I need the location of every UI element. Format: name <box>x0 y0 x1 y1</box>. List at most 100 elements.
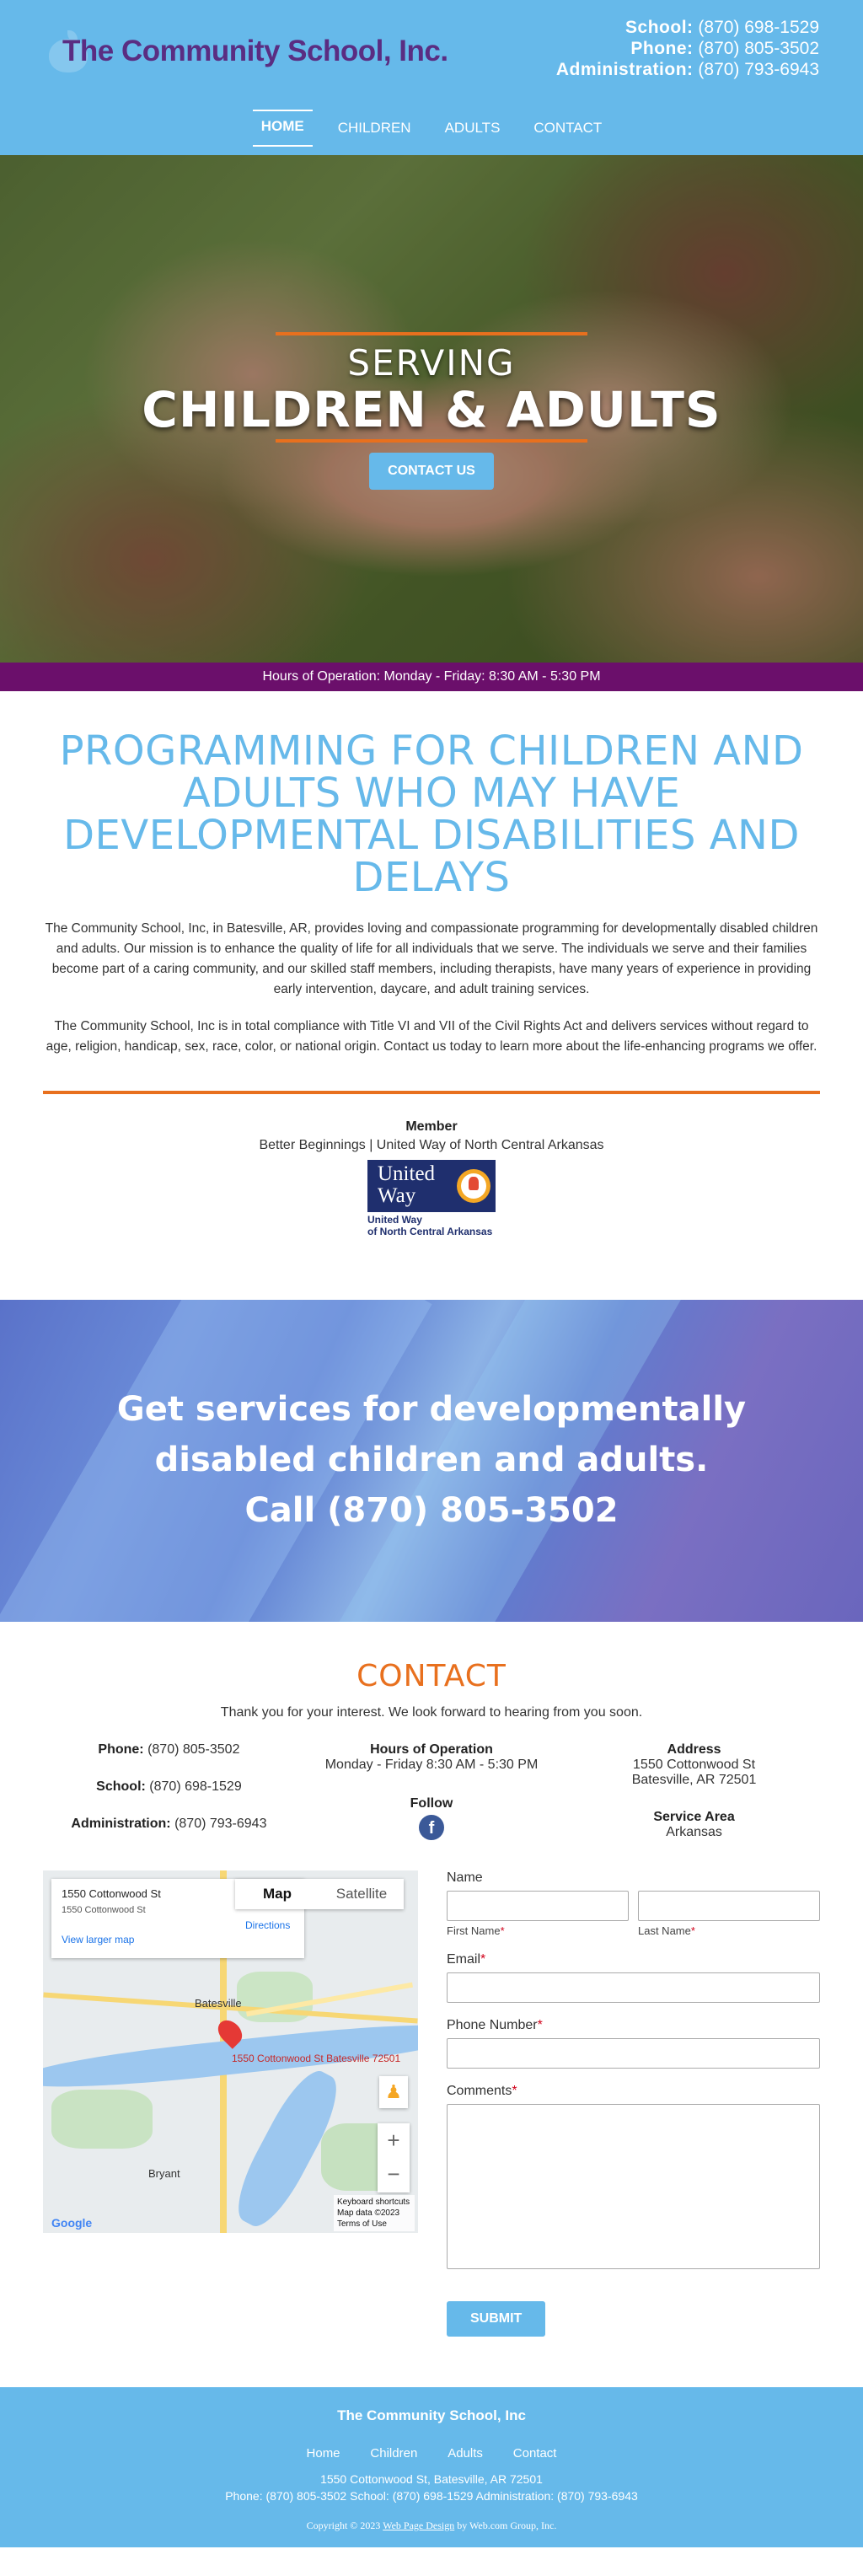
contact-info-grid: Phone: (870) 805-3502 School: (870) 698-… <box>40 1742 823 1854</box>
contact-thanks: Thank you for your interest. We look for… <box>220 1705 643 1720</box>
comments-field[interactable] <box>447 2104 820 2269</box>
member-section: Member Better Beginnings | United Way of… <box>0 1094 863 1241</box>
google-map[interactable]: Batesville Bryant 1550 Cottonwood St Bat… <box>43 1870 418 2233</box>
terms-of-use-link[interactable]: Terms of Use <box>337 2219 411 2230</box>
footer-nav-adults[interactable]: Adults <box>448 2446 483 2461</box>
map-zoom-controls: + − <box>378 2123 410 2192</box>
email-group: Email* <box>447 1952 820 2003</box>
keyboard-shortcuts-link[interactable]: Keyboard shortcuts <box>337 2197 411 2208</box>
address-title: Address <box>667 1742 721 1757</box>
map-directions-link[interactable]: Directions <box>245 1919 290 1931</box>
web-design-link[interactable]: Web Page Design <box>383 2520 454 2531</box>
contact-school[interactable]: School: (870) 698-1529 <box>40 1779 298 1795</box>
comments-label: Comments* <box>447 2084 517 2098</box>
map-pin-label: 1550 Cottonwood St Batesville 72501 <box>232 2053 401 2064</box>
member-text: Better Beginnings | United Way of North … <box>259 1138 604 1152</box>
map-town-batesville: Batesville <box>195 1997 242 2010</box>
hero-content: SERVING CHILDREN & ADULTS CONTACT US <box>0 332 863 490</box>
first-name-input[interactable] <box>447 1891 629 1921</box>
zoom-in-icon[interactable]: + <box>378 2123 410 2157</box>
last-name-label: Last Name* <box>638 1924 695 1937</box>
footer-title: The Community School, Inc <box>337 2407 526 2423</box>
comments-group: Comments* <box>447 2084 820 2269</box>
phone-label: Phone Number* <box>447 2018 543 2032</box>
address-line-1: 1550 Cottonwood St <box>633 1758 756 1772</box>
hero-banner: SERVING CHILDREN & ADULTS CONTACT US <box>0 155 863 663</box>
hero-subtitle: SERVING <box>347 342 516 384</box>
hero-divider-top <box>276 332 587 335</box>
hours-title: Hours of Operation <box>370 1742 493 1757</box>
name-label: Name <box>447 1870 483 1885</box>
follow-title: Follow <box>410 1796 453 1811</box>
last-name-input[interactable] <box>638 1891 820 1921</box>
map-tab-satellite[interactable]: Satellite <box>319 1879 404 1909</box>
map-type-tabs: Map Satellite <box>235 1879 404 1909</box>
map-attribution: Keyboard shortcuts Map data ©2023 Terms … <box>334 2195 415 2231</box>
hours-bar: Hours of Operation: Monday - Friday: 8:3… <box>0 663 863 691</box>
banner-line-3[interactable]: Call (870) 805-3502 <box>0 1485 863 1536</box>
zoom-out-icon[interactable]: − <box>378 2157 410 2191</box>
site-logo[interactable]: The Community School, Inc. <box>49 22 448 81</box>
facebook-icon[interactable]: f <box>418 1815 444 1840</box>
call-to-action-banner: Get services for developmentally disable… <box>0 1300 863 1622</box>
hours-text: Monday - Friday 8:30 AM - 5:30 PM <box>324 1758 539 1772</box>
united-way-seal-icon <box>452 1160 496 1212</box>
site-header: The Community School, Inc. School: (870)… <box>0 0 863 155</box>
email-label: Email* <box>447 1952 486 1967</box>
google-logo: Google <box>51 2216 93 2230</box>
header-admin-phone[interactable]: Administration: (870) 793-6943 <box>556 59 819 80</box>
service-area-text: Arkansas <box>666 1825 722 1839</box>
footer-address: 1550 Cottonwood St, Batesville, AR 72501… <box>0 2471 863 2504</box>
contact-phone[interactable]: Phone: (870) 805-3502 <box>40 1742 298 1758</box>
hero-title: CHILDREN & ADULTS <box>142 381 721 438</box>
contact-us-button[interactable]: CONTACT US <box>369 453 494 490</box>
banner-line-2: disabled children and adults. <box>154 1441 709 1479</box>
contact-section: CONTACT Thank you for your interest. We … <box>0 1622 863 2337</box>
phone-group: Phone Number* <box>447 2018 820 2069</box>
header-school-phone[interactable]: School: (870) 698-1529 <box>556 17 819 38</box>
intro-paragraph-1: The Community School, Inc, in Batesville… <box>45 921 818 996</box>
hero-divider-bottom <box>276 439 587 443</box>
united-way-wordmark: United Way <box>367 1160 452 1212</box>
nav-adults[interactable]: ADULTS <box>437 110 509 147</box>
contact-admin[interactable]: Administration: (870) 793-6943 <box>40 1817 298 1832</box>
footer-nav-children[interactable]: Children <box>370 2446 417 2461</box>
nav-children[interactable]: CHILDREN <box>330 110 420 147</box>
map-data-text: Map data ©2023 <box>337 2208 400 2218</box>
service-area-title: Service Area <box>653 1810 735 1824</box>
map-tab-map[interactable]: Map <box>235 1879 319 1909</box>
submit-button[interactable]: SUBMIT <box>447 2301 546 2337</box>
nav-contact[interactable]: CONTACT <box>525 110 610 147</box>
intro-heading: PROGRAMMING FOR CHILDREN AND ADULTS WHO … <box>59 727 804 901</box>
header-contacts: School: (870) 698-1529 Phone: (870) 805-… <box>556 17 819 80</box>
united-way-logo[interactable]: United Way United Way of North Central Ark… <box>367 1160 496 1241</box>
name-group: Name First Name* Last Name* <box>447 1870 820 1937</box>
first-name-label: First Name* <box>447 1924 505 1937</box>
footer-phones-line: Phone: (870) 805-3502 School: (870) 698-… <box>225 2489 638 2503</box>
member-title: Member <box>405 1119 458 1134</box>
contact-phones: Phone: (870) 805-3502 School: (870) 698-… <box>40 1742 298 1854</box>
map-larger-link[interactable]: View larger map <box>62 1934 294 1945</box>
street-view-pegman-icon[interactable]: ♟ <box>379 2076 408 2108</box>
map-town-bryant: Bryant <box>148 2167 180 2180</box>
phone-field[interactable] <box>447 2038 820 2069</box>
footer-address-line: 1550 Cottonwood St, Batesville, AR 72501 <box>320 2472 543 2486</box>
footer-nav: Home Children Adults Contact <box>0 2446 863 2461</box>
nav-home[interactable]: HOME <box>252 110 313 147</box>
footer-copyright: Copyright © 2023 Web Page Design by Web.… <box>306 2520 557 2531</box>
footer-nav-contact[interactable]: Contact <box>513 2446 557 2461</box>
banner-text: Get services for developmentally disable… <box>0 1300 863 1536</box>
banner-line-1: Get services for developmentally <box>116 1390 747 1429</box>
header-main-phone[interactable]: Phone: (870) 805-3502 <box>556 38 819 59</box>
contact-form: Name First Name* Last Name* Email* Phone… <box>447 1870 820 2337</box>
logo-text: The Community School, Inc. <box>62 35 448 67</box>
email-field[interactable] <box>447 1972 820 2003</box>
contact-address: Address 1550 Cottonwood St Batesville, A… <box>565 1742 823 1854</box>
contact-main: Batesville Bryant 1550 Cottonwood St Bat… <box>43 1870 820 2337</box>
united-way-caption: United Way of North Central Arkansas <box>367 1214 493 1237</box>
contact-hours: Hours of Operation Monday - Friday 8:30 … <box>303 1742 561 1854</box>
footer-nav-home[interactable]: Home <box>307 2446 340 2461</box>
intro-paragraph-2: The Community School, Inc is in total co… <box>46 1019 817 1054</box>
main-nav: HOME CHILDREN ADULTS CONTACT <box>0 110 863 147</box>
contact-heading: CONTACT <box>356 1659 507 1693</box>
